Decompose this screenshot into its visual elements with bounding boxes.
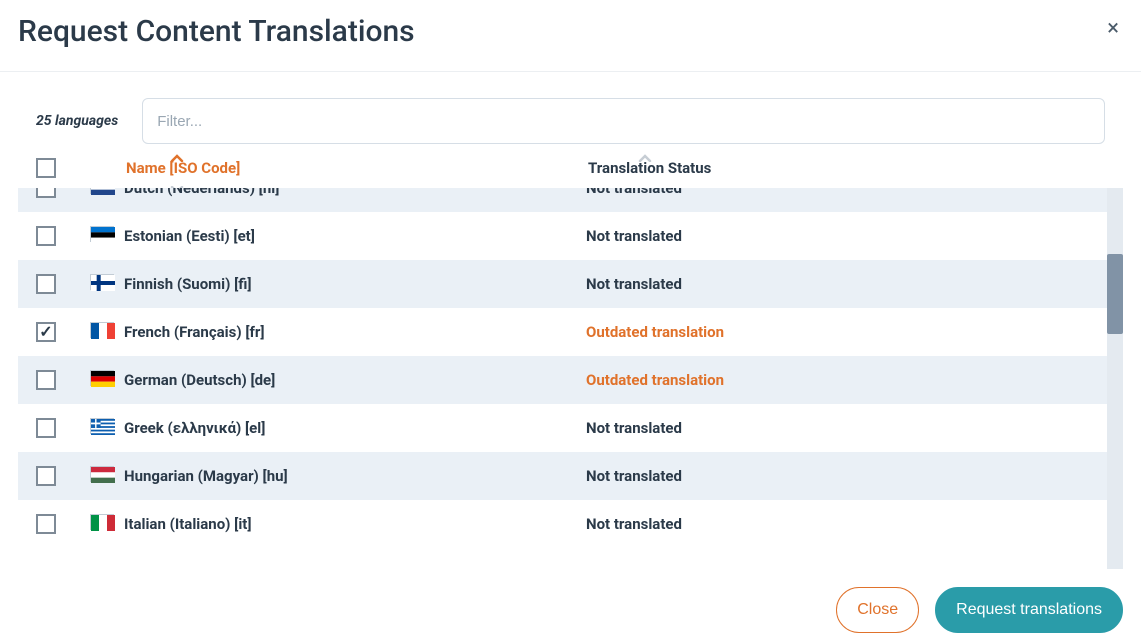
scroll-thumb[interactable] [1107,254,1123,334]
row-check-cell [36,370,90,390]
row-check-cell [36,188,90,198]
row-status: Not translated [586,227,1089,245]
flag-icon [90,370,124,391]
table-row: German (Deutsch) [de]Outdated translatio… [18,356,1107,404]
filter-input[interactable] [142,98,1105,144]
row-checkbox[interactable] [36,274,56,294]
table-body-wrap: Dutch (Nederlands) [nl]Not translatedEst… [18,188,1123,569]
close-icon[interactable]: × [1103,14,1123,44]
status-text: Not translated [586,188,682,197]
column-header-name[interactable]: Name [ISO Code] [124,159,586,177]
status-text: Outdated translation [586,371,724,389]
status-text: Not translated [586,515,682,533]
modal-header: Request Content Translations × [0,0,1141,72]
row-name: German (Deutsch) [de] [124,371,586,389]
close-button[interactable]: Close [836,587,919,633]
status-text: Outdated translation [586,323,724,341]
table-rows-viewport: Dutch (Nederlands) [nl]Not translatedEst… [18,188,1107,569]
row-name: Greek (ελληνικά) [el] [124,419,586,437]
row-check-cell [36,418,90,438]
row-checkbox[interactable] [36,514,56,534]
row-status: Outdated translation [586,371,1089,389]
flag-icon [90,514,124,535]
flag-icon [90,274,124,295]
status-text: Not translated [586,227,682,245]
table-row: French (Français) [fr]Outdated translati… [18,308,1107,356]
row-status: Not translated [586,515,1089,533]
row-checkbox[interactable] [36,418,56,438]
status-text: Not translated [586,419,682,437]
row-checkbox[interactable] [36,322,56,342]
row-name: French (Français) [fr] [124,323,586,341]
row-check-cell [36,322,90,342]
modal-footer: Close Request translations [0,569,1141,643]
column-header-status[interactable]: Translation Status [586,159,1105,177]
row-name: Dutch (Nederlands) [nl] [124,188,586,197]
row-checkbox[interactable] [36,188,56,198]
row-checkbox[interactable] [36,370,56,390]
select-all-cell [36,158,90,178]
row-check-cell [36,466,90,486]
filter-row: 25 languages [18,98,1123,158]
row-check-cell [36,514,90,534]
flag-icon [90,188,124,199]
select-all-checkbox[interactable] [36,158,56,178]
status-text: Not translated [586,275,682,293]
row-check-cell [36,226,90,246]
flag-icon [90,322,124,343]
scrollbar[interactable] [1107,188,1123,569]
modal-request-translations: Request Content Translations × 25 langua… [0,0,1141,643]
row-checkbox[interactable] [36,466,56,486]
flag-icon [90,226,124,247]
row-status: Not translated [586,419,1089,437]
table-row: Greek (ελληνικά) [el]Not translated [18,404,1107,452]
row-status: Outdated translation [586,323,1089,341]
language-count: 25 languages [36,113,118,129]
row-checkbox[interactable] [36,226,56,246]
row-status: Not translated [586,275,1089,293]
table-header: Name [ISO Code] Translation Status [18,158,1123,188]
table-rows: Dutch (Nederlands) [nl]Not translatedEst… [18,188,1107,548]
row-name: Finnish (Suomi) [fi] [124,275,586,293]
status-text: Not translated [586,467,682,485]
modal-title: Request Content Translations [18,14,415,49]
flag-icon [90,418,124,439]
row-check-cell [36,274,90,294]
row-name: Estonian (Eesti) [et] [124,227,586,245]
row-name: Hungarian (Magyar) [hu] [124,467,586,485]
table-row: Italian (Italiano) [it]Not translated [18,500,1107,548]
flag-icon [90,466,124,487]
row-status: Not translated [586,467,1089,485]
scroll-track [1107,188,1123,569]
table-row: Dutch (Nederlands) [nl]Not translated [18,188,1107,212]
row-name: Italian (Italiano) [it] [124,515,586,533]
row-status: Not translated [586,188,1089,197]
modal-body: 25 languages Name [ISO Code] Translation… [0,72,1141,569]
table-row: Finnish (Suomi) [fi]Not translated [18,260,1107,308]
table-row: Hungarian (Magyar) [hu]Not translated [18,452,1107,500]
request-translations-button[interactable]: Request translations [935,587,1123,633]
table-row: Estonian (Eesti) [et]Not translated [18,212,1107,260]
